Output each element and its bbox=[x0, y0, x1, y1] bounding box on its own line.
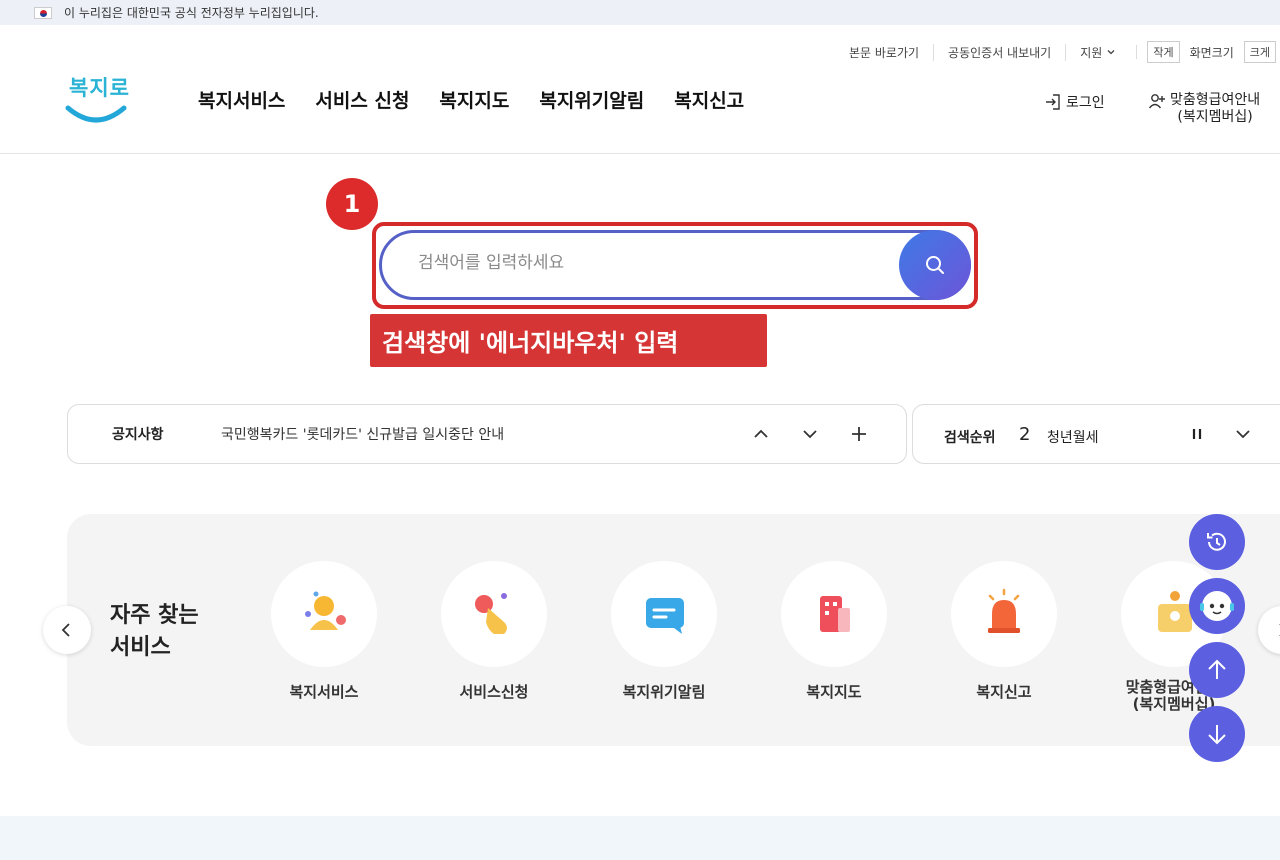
skip-to-content-link[interactable]: 본문 바로가기 bbox=[835, 43, 935, 61]
notice-bar: 공지사항 국민행복카드 '롯데카드' 신규발급 일시중단 안내 bbox=[67, 404, 907, 464]
pause-icon bbox=[1192, 429, 1202, 439]
recent-history-button[interactable] bbox=[1189, 514, 1245, 570]
add-user-icon bbox=[1148, 94, 1165, 109]
plus-icon bbox=[852, 427, 866, 441]
carousel-prev-button[interactable] bbox=[43, 606, 91, 654]
arrow-up-icon bbox=[1208, 659, 1226, 679]
service-item-apply[interactable]: 서비스신청 bbox=[424, 561, 564, 701]
membership-label-line1: 맞춤형급여안내 bbox=[1170, 92, 1261, 108]
rank-keyword[interactable]: 청년월세 bbox=[1047, 427, 1099, 447]
search-icon bbox=[926, 256, 944, 274]
service-label: 복지지도 bbox=[806, 683, 862, 701]
gov-banner: 이 누리집은 대한민국 공식 전자정부 누리집입니다. bbox=[0, 0, 1280, 25]
notice-text[interactable]: 국민행복카드 '롯데카드' 신규발급 일시중단 안내 bbox=[221, 424, 504, 444]
screen-size-label: 화면크기 bbox=[1189, 45, 1234, 60]
people-icon bbox=[305, 591, 346, 630]
logo-smile-icon bbox=[65, 105, 127, 123]
notice-next-button[interactable] bbox=[798, 422, 822, 446]
siren-icon bbox=[988, 588, 1020, 633]
membership-label-line2: (복지멤버십) bbox=[1177, 109, 1253, 125]
scroll-bottom-button[interactable] bbox=[1189, 706, 1245, 762]
nav-welfare-service[interactable]: 복지서비스 bbox=[198, 86, 285, 113]
site-logo[interactable]: 복지로 bbox=[64, 72, 130, 126]
main-nav: 복지서비스 서비스 신청 복지지도 복지위기알림 복지신고 bbox=[198, 86, 744, 113]
nav-crisis-alert[interactable]: 복지위기알림 bbox=[539, 86, 644, 113]
cert-export-link[interactable]: 공동인증서 내보내기 bbox=[934, 43, 1067, 61]
login-button[interactable]: 로그인 bbox=[1044, 92, 1105, 112]
korea-flag-icon bbox=[34, 6, 52, 19]
notice-label: 공지사항 bbox=[112, 427, 164, 443]
chevron-down-icon bbox=[1107, 50, 1115, 55]
notice-prev-button[interactable] bbox=[749, 422, 773, 446]
guide-caption: 검색창에 '에너지바우처' 입력 bbox=[370, 314, 767, 367]
arrow-down-icon bbox=[1208, 725, 1226, 745]
login-icon bbox=[1046, 94, 1060, 110]
chevron-down-icon bbox=[1236, 430, 1250, 439]
service-label: 복지신고 bbox=[976, 683, 1032, 701]
header-divider bbox=[0, 153, 1280, 154]
step-number-badge: 1 bbox=[326, 178, 378, 230]
utility-nav: 본문 바로가기 공동인증서 내보내기 지원 작게 화면크기 크게 bbox=[835, 40, 1280, 64]
service-label: 복지서비스 bbox=[289, 683, 359, 701]
service-item-map[interactable]: 복지지도 bbox=[764, 561, 904, 701]
notice-more-button[interactable] bbox=[847, 422, 871, 446]
scroll-top-button[interactable] bbox=[1189, 642, 1245, 698]
message-icon bbox=[646, 598, 684, 634]
service-item-welfare[interactable]: 복지서비스 bbox=[254, 561, 394, 701]
rank-number: 2 bbox=[1019, 424, 1031, 445]
rank-pause-button[interactable] bbox=[1185, 422, 1209, 446]
support-menu[interactable]: 지원 bbox=[1066, 44, 1130, 61]
service-label: 서비스신청 bbox=[459, 683, 529, 701]
membership-link[interactable]: 맞춤형급여안내 (복지멤버십) bbox=[1148, 92, 1260, 126]
service-item-report[interactable]: 복지신고 bbox=[934, 561, 1074, 701]
frequent-services-title: 자주 찾는 서비스 bbox=[110, 603, 199, 660]
search-bar bbox=[379, 230, 971, 300]
font-small-button[interactable]: 작게 bbox=[1147, 41, 1180, 63]
support-label: 지원 bbox=[1080, 45, 1103, 60]
search-button[interactable] bbox=[899, 230, 971, 300]
nav-service-apply[interactable]: 서비스 신청 bbox=[315, 86, 409, 113]
building-icon bbox=[820, 596, 850, 632]
font-large-button[interactable]: 크게 bbox=[1243, 41, 1276, 63]
history-icon bbox=[1207, 532, 1226, 551]
chevron-left-icon bbox=[61, 623, 70, 637]
login-label: 로그인 bbox=[1066, 95, 1105, 111]
chevron-right-icon bbox=[1279, 624, 1280, 636]
chevron-up-icon bbox=[754, 429, 768, 438]
hand-pointer-icon bbox=[475, 593, 507, 634]
service-label: 복지위기알림 bbox=[622, 683, 706, 701]
gov-banner-text: 이 누리집은 대한민국 공식 전자정부 누리집입니다. bbox=[64, 6, 319, 20]
nav-welfare-report[interactable]: 복지신고 bbox=[674, 86, 744, 113]
search-rank-bar: 검색순위 2 청년월세 bbox=[912, 404, 1280, 464]
chatbot-button[interactable] bbox=[1189, 578, 1245, 634]
rank-expand-button[interactable] bbox=[1231, 422, 1255, 446]
search-input[interactable] bbox=[418, 253, 878, 273]
nav-welfare-map[interactable]: 복지지도 bbox=[439, 86, 509, 113]
chatbot-icon bbox=[1200, 591, 1234, 621]
chevron-down-icon bbox=[803, 430, 817, 439]
rank-label: 검색순위 bbox=[944, 430, 996, 446]
footer-band bbox=[0, 816, 1280, 860]
service-item-crisis-alert[interactable]: 복지위기알림 bbox=[594, 561, 734, 701]
